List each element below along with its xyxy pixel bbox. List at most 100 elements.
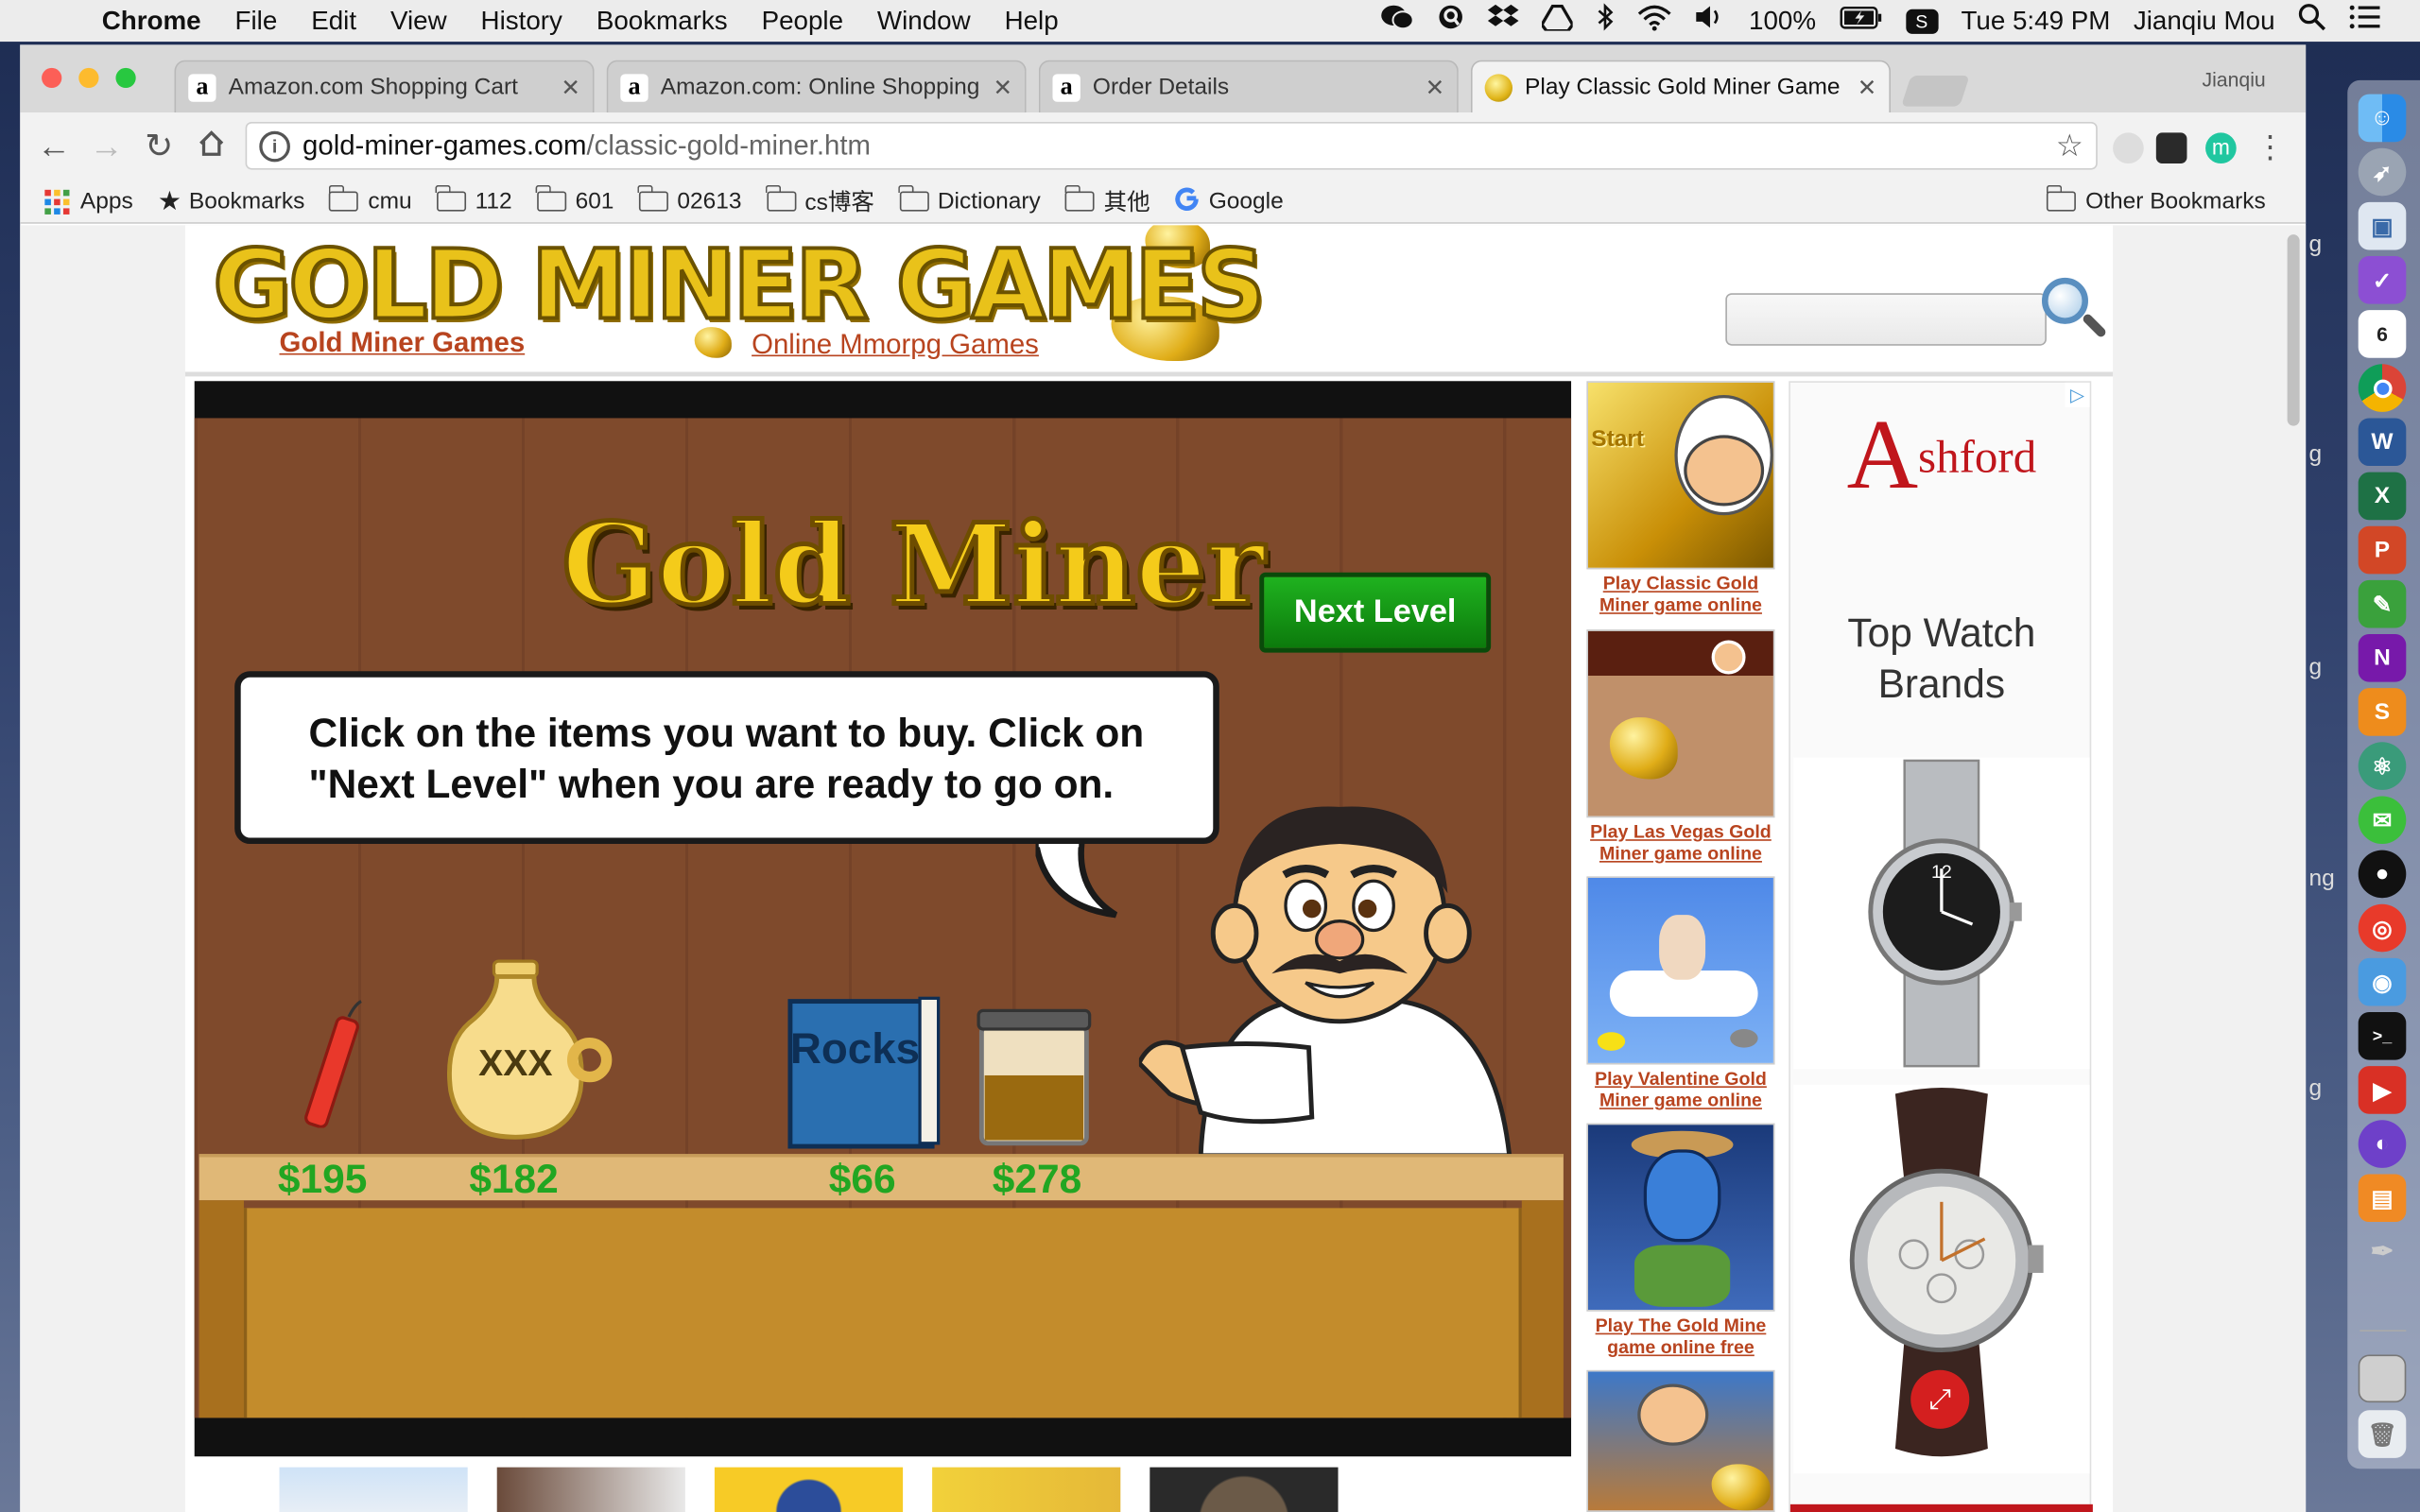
nav-link-online-mmorpg-games[interactable]: Online Mmorpg Games [752,329,1039,361]
menu-edit[interactable]: Edit [294,6,373,37]
bookmark-apps[interactable]: Apps [44,188,133,215]
related-game-caption[interactable]: Play Las Vegas Gold Miner game online fr… [1586,821,1774,865]
diamond-polish-item[interactable] [976,1007,1093,1146]
spotlight-search-icon[interactable] [2298,3,2326,39]
site-info-icon[interactable]: i [259,129,290,162]
more-games-thumbnail[interactable] [932,1467,1121,1512]
bookmark-folder-112[interactable]: 112 [435,184,512,215]
tab-close-icon[interactable]: ✕ [561,74,580,101]
tab-gold-miner[interactable]: Play Classic Gold Miner Game ✕ [1470,60,1892,113]
trash-icon[interactable]: 🗑 [2358,1410,2407,1458]
clock[interactable]: Tue 5:49 PM [1961,6,2110,37]
related-game-valentine-gold-miner[interactable]: Play Valentine Gold Miner game online fr… [1586,876,1775,1111]
tab-close-icon[interactable]: ✕ [1426,74,1445,101]
related-game-caption[interactable]: Play Valentine Gold Miner game online fr… [1586,1068,1774,1111]
menu-help[interactable]: Help [988,6,1076,37]
forward-arrow-icon[interactable]: → [80,127,133,166]
shop-scene[interactable]: Gold Miner Next Level Click on the items… [194,418,1572,1418]
atom-icon[interactable]: ⚛ [2358,742,2407,790]
tasks-check-icon[interactable]: ✓ [2358,256,2407,304]
more-games-thumbnail[interactable] [279,1467,468,1512]
more-games-thumbnail[interactable] [496,1467,685,1512]
menu-people[interactable]: People [745,6,860,37]
app-menu[interactable]: Chrome [71,6,217,37]
tab-amazon-cart[interactable]: a Amazon.com Shopping Cart ✕ [174,60,595,113]
more-games-thumbnail[interactable] [1150,1467,1339,1512]
related-game-caption[interactable]: Play The Gold Mine game online free [1586,1314,1774,1358]
powerpoint-icon[interactable]: P [2358,525,2407,575]
scrollbar-thumb[interactable] [2287,234,2300,426]
m-extension-icon[interactable]: m [2205,132,2237,164]
next-level-button[interactable]: Next Level [1259,572,1492,653]
bookmark-folder-cs-blog[interactable]: cs博客 [765,184,874,217]
finder-icon[interactable]: ☺ [2358,94,2407,143]
menu-file[interactable]: File [218,6,295,37]
menu-history[interactable]: History [464,6,579,37]
related-game-classic-gold-miner[interactable]: Start Play Classic Gold Miner game onlin… [1586,381,1775,616]
calendar-icon[interactable]: 6 [2358,310,2407,358]
sublime-text-icon[interactable]: S [2358,688,2407,736]
address-bar[interactable]: i gold-miner-games.com/classic-gold-mine… [245,121,2098,170]
related-game-caption[interactable]: Play Classic Gold Miner game online free [1586,573,1774,616]
back-arrow-icon[interactable]: ← [27,127,80,166]
minimize-window-button[interactable] [78,67,99,89]
site-logo[interactable]: GOLD MINER GAMES [211,227,1268,343]
nav-link-gold-miner-games[interactable]: Gold Miner Games [280,327,526,359]
bookmark-folder-601[interactable]: 601 [535,184,614,215]
excel-icon[interactable]: X [2358,472,2407,521]
profile-name[interactable]: Jianqiu [2202,68,2265,91]
rock-book-item[interactable]: Rocks [781,989,947,1150]
other-bookmarks[interactable]: Other Bookmarks [2046,184,2266,215]
volume-icon[interactable] [1695,5,1726,37]
pdf-reader-icon[interactable]: ▶ [2358,1066,2407,1114]
bookmark-star-icon[interactable]: ☆ [2056,127,2083,165]
zoom-window-button[interactable] [115,67,136,89]
related-game-thumbnail[interactable] [1586,1369,1775,1512]
battery-icon[interactable] [1839,6,1883,37]
wifi-icon[interactable] [1637,4,1671,38]
wechat-status-icon[interactable] [1380,3,1414,39]
photo-slideshow-icon[interactable]: ▤ [2358,1174,2407,1223]
dynamite-item[interactable] [296,998,376,1128]
tab-order-details[interactable]: a Order Details ✕ [1038,60,1459,113]
launchpad-rocket-icon[interactable]: ➶ [2358,147,2407,197]
reload-icon[interactable]: ↻ [132,127,185,166]
ashford-logo[interactable]: Ashford [1790,398,2093,512]
github-desktop-icon[interactable]: ◐ [2358,1120,2407,1168]
qq-penguin-icon[interactable]: ● [2358,850,2407,899]
more-games-thumbnail[interactable] [714,1467,904,1512]
bookmark-folder-cmu[interactable]: cmu [328,184,412,215]
s-app-status-icon[interactable]: S [1905,8,1938,34]
ad-product-watch-black[interactable]: 12 [1793,757,2090,1070]
image-capture-icon[interactable]: ◉ [2358,957,2407,1006]
drive-extension-icon[interactable] [2113,132,2144,164]
bookmark-folder-dictionary[interactable]: Dictionary [898,184,1041,215]
expand-ad-icon[interactable]: ⤢ [1910,1369,1970,1429]
google-drive-icon[interactable] [1540,4,1575,38]
onenote-icon[interactable]: N [2358,634,2407,682]
strength-potion-item[interactable]: XXX [441,958,614,1143]
wechat-icon[interactable]: ✉ [2358,796,2407,845]
bookmark-folder-02613[interactable]: 02613 [637,184,741,215]
tab-close-icon[interactable]: ✕ [993,74,1012,101]
page-scrollbar[interactable] [2282,225,2307,1512]
related-game-las-vegas-gold-miner[interactable]: Play Las Vegas Gold Miner game online fr… [1586,629,1775,865]
bookmark-folder-other[interactable]: 其他 [1064,184,1150,217]
magnifier-status-icon[interactable] [1437,3,1464,39]
bluetooth-icon[interactable] [1596,3,1615,39]
current-user[interactable]: Jianqiu Mou [2134,6,2275,37]
menu-view[interactable]: View [373,6,464,37]
evernote-extension-icon[interactable] [2155,132,2187,164]
close-window-button[interactable] [42,67,62,89]
chrome-menu-icon[interactable]: ⋮ [2247,128,2293,166]
netease-music-icon[interactable]: ◎ [2358,903,2407,953]
bookmark-google[interactable]: Google [1175,186,1284,217]
site-search-input[interactable] [1725,293,2047,346]
document-stack-icon[interactable] [2358,1354,2407,1403]
notification-center-icon[interactable] [2349,5,2380,37]
tab-amazon-online-shopping[interactable]: a Amazon.com: Online Shopping ✕ [606,60,1027,113]
feather-pen-icon[interactable]: ✒ [2359,1228,2407,1277]
word-icon[interactable]: W [2358,418,2407,467]
preview-icon[interactable]: ▣ [2358,201,2407,250]
related-game-the-gold-mine[interactable]: Play The Gold Mine game online free [1586,1123,1775,1358]
